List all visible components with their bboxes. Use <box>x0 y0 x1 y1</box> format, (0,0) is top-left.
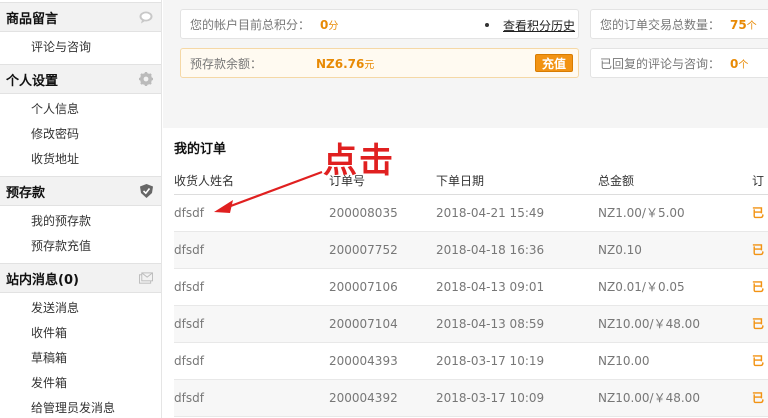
replied-card: 已回复的评论与咨询： 0个 <box>590 48 768 78</box>
sidebar-section-header: 商品留言 <box>0 2 161 32</box>
points-value: 0分 <box>320 17 338 32</box>
orders-total-unit: 个 <box>746 20 757 32</box>
cell-date: 2018-04-13 09:01 <box>436 268 598 306</box>
cell-date: 2018-04-18 16:36 <box>436 231 598 269</box>
sidebar-item-deposit-recharge[interactable]: 预存款充值 <box>0 234 161 259</box>
replied-label: 已回复的评论与咨询： <box>600 56 721 71</box>
sidebar-section-settings: 个人设置 个人信息 修改密码 收货地址 <box>0 64 161 176</box>
col-date: 下单日期 <box>436 168 598 195</box>
replied-unit: 个 <box>738 59 749 71</box>
sidebar-section-title: 个人设置 <box>6 73 59 89</box>
cell-recipient[interactable]: dfsdf <box>174 305 329 343</box>
orders-panel: 我的订单 收货人姓名 订单号 下单日期 总金额 订 dfsdf 200008035… <box>163 128 768 418</box>
cell-status: 已 <box>752 268 768 306</box>
sidebar-section-deposit: 预存款 我的预存款 预存款充值 <box>0 176 161 263</box>
points-label: 您的帐户目前总积分： <box>190 17 311 32</box>
cell-recipient[interactable]: dfsdf <box>174 342 329 380</box>
sidebar-item-password[interactable]: 修改密码 <box>0 122 161 147</box>
table-row[interactable]: dfsdf 200004392 2018-03-17 10:09 NZ10.00/￥4… <box>174 379 768 417</box>
cell-amount: NZ10.00/￥48.00 <box>598 379 752 417</box>
cell-order-no: 200008035 <box>329 194 436 232</box>
points-history-link[interactable]: 查看积分历史 <box>503 17 575 34</box>
cell-order-no: 200007752 <box>329 231 436 269</box>
sidebar-item-inbox[interactable]: 收件箱 <box>0 321 161 346</box>
cell-order-no: 200004392 <box>329 379 436 417</box>
orders-total-label: 您的订单交易总数量： <box>600 17 721 32</box>
orders-total-card: 您的订单交易总数量： 75个 <box>590 9 768 39</box>
cell-amount: NZ1.00/￥5.00 <box>598 194 752 232</box>
sidebar-item-my-deposit[interactable]: 我的预存款 <box>0 209 161 234</box>
sidebar-section-title: 预存款 <box>6 185 46 201</box>
replied-value: 0个 <box>730 56 748 71</box>
cell-date: 2018-04-21 15:49 <box>436 194 598 232</box>
table-row[interactable]: dfsdf 200007104 2018-04-13 08:59 NZ10.00/￥4… <box>174 305 768 343</box>
orders-total-number: 75 <box>730 17 747 32</box>
balance-label: 预存款余额： <box>190 56 263 71</box>
orders-title: 我的订单 <box>174 142 227 157</box>
col-amount: 总金额 <box>598 168 752 195</box>
points-card: 您的帐户目前总积分： 0分 查看积分历史 <box>180 9 579 39</box>
cell-recipient[interactable]: dfsdf <box>174 194 329 232</box>
sidebar-section-title: 站内消息(0) <box>6 272 79 288</box>
sidebar-item-outbox[interactable]: 发件箱 <box>0 371 161 396</box>
cell-amount: NZ0.10 <box>598 231 752 269</box>
chat-bubble-icon <box>139 10 153 24</box>
cell-amount: NZ0.01/￥0.05 <box>598 268 752 306</box>
cell-amount: NZ10.00/￥48.00 <box>598 305 752 343</box>
sidebar-section-messages: 站内消息(0) 发送消息 收件箱 草稿箱 发件箱 给管理员发消息 <box>0 263 161 418</box>
orders-table: 收货人姓名 订单号 下单日期 总金额 订 dfsdf 200008035 2018-… <box>174 168 768 417</box>
points-unit: 分 <box>328 20 339 32</box>
sidebar-item-send-message[interactable]: 发送消息 <box>0 296 161 321</box>
cell-status: 已 <box>752 194 768 232</box>
cell-status: 已 <box>752 231 768 269</box>
sidebar-section-header: 个人设置 <box>0 64 161 94</box>
cell-date: 2018-03-17 10:09 <box>436 379 598 417</box>
cell-status: 已 <box>752 379 768 417</box>
cell-amount: NZ10.00 <box>598 342 752 380</box>
sidebar-item-message-admin[interactable]: 给管理员发消息 <box>0 396 161 418</box>
balance-unit: 元 <box>364 59 375 71</box>
sidebar-item-comments[interactable]: 评论与咨询 <box>0 35 161 60</box>
sidebar-item-address[interactable]: 收货地址 <box>0 147 161 172</box>
message-icon <box>139 271 153 285</box>
sidebar-section-title: 商品留言 <box>6 11 59 27</box>
cell-recipient[interactable]: dfsdf <box>174 231 329 269</box>
cell-status: 已 <box>752 305 768 343</box>
table-row[interactable]: dfsdf 200007752 2018-04-18 16:36 NZ0.10 已 <box>174 231 768 269</box>
sidebar: 商品留言 评论与咨询 个人设置 个人信息 修改密码 收货地址 预存款 我的预存款… <box>0 0 162 418</box>
col-status: 订 <box>752 168 768 195</box>
bullet-icon <box>485 23 489 27</box>
sidebar-item-drafts[interactable]: 草稿箱 <box>0 346 161 371</box>
cell-order-no: 200007106 <box>329 268 436 306</box>
shield-icon <box>139 184 153 198</box>
main-content: 您的帐户目前总积分： 0分 查看积分历史 您的订单交易总数量： 75个 预存款余… <box>163 0 768 418</box>
annotation-click-text: 点击 <box>323 141 395 181</box>
table-row[interactable]: dfsdf 200004393 2018-03-17 10:19 NZ10.00 已 <box>174 342 768 380</box>
cell-order-no: 200004393 <box>329 342 436 380</box>
balance-value: NZ6.76元 <box>316 56 374 71</box>
balance-card: 预存款余额： NZ6.76元 充值 <box>180 48 579 78</box>
sidebar-section-comments: 商品留言 评论与咨询 <box>0 2 161 64</box>
sidebar-section-header: 站内消息(0) <box>0 263 161 293</box>
balance-number: NZ6.76 <box>316 56 365 71</box>
col-recipient: 收货人姓名 <box>174 168 329 195</box>
recharge-button[interactable]: 充值 <box>535 54 574 72</box>
cell-date: 2018-04-13 08:59 <box>436 305 598 343</box>
cell-status: 已 <box>752 342 768 380</box>
cell-recipient[interactable]: dfsdf <box>174 268 329 306</box>
gear-icon <box>139 72 153 86</box>
table-header-row: 收货人姓名 订单号 下单日期 总金额 订 <box>174 168 768 195</box>
cell-date: 2018-03-17 10:19 <box>436 342 598 380</box>
sidebar-section-header: 预存款 <box>0 176 161 206</box>
sidebar-item-profile[interactable]: 个人信息 <box>0 97 161 122</box>
cell-order-no: 200007104 <box>329 305 436 343</box>
orders-total-value: 75个 <box>730 17 757 32</box>
cell-recipient[interactable]: dfsdf <box>174 379 329 417</box>
table-row[interactable]: dfsdf 200007106 2018-04-13 09:01 NZ0.01/￥0.… <box>174 268 768 306</box>
table-row[interactable]: dfsdf 200008035 2018-04-21 15:49 NZ1.00/￥5.… <box>174 194 768 232</box>
